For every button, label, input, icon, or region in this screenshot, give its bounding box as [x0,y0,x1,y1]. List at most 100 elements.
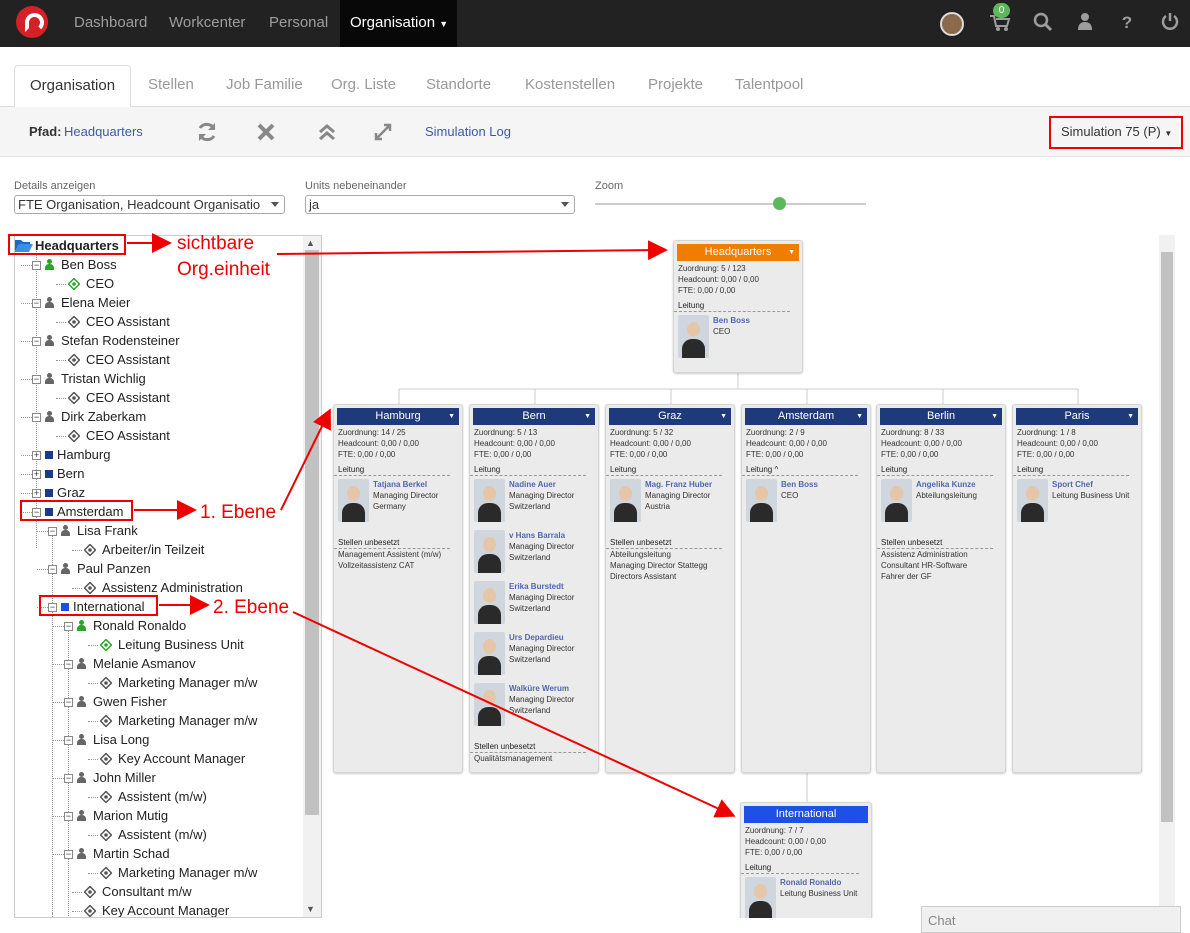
tree-row-person[interactable]: − Elena Meier [32,293,130,312]
caret-down-icon[interactable]: ▼ [856,408,863,425]
caret-down-icon[interactable]: ▼ [788,244,795,261]
collapse-icon[interactable]: − [64,812,73,821]
user-icon[interactable] [1074,12,1096,34]
tree-row-pos[interactable]: Leitung Business Unit [99,635,244,654]
expand-icon[interactable]: + [32,451,41,460]
card-paris-header[interactable]: Paris ▼ [1016,408,1138,425]
tree-row-person[interactable]: − Marion Mutig [64,806,168,825]
tree-row-pos[interactable]: Marketing Manager m/w [99,711,257,730]
user-avatar[interactable] [940,12,964,36]
collapse-icon[interactable]: − [64,774,73,783]
tree-row-person[interactable]: − John Miller [64,768,156,787]
manager-name[interactable]: Walküre Werum [509,683,569,694]
units-select[interactable]: ja [305,195,575,214]
tab-talentpool[interactable]: Talentpool [735,65,803,107]
app-logo[interactable] [16,6,48,38]
collapse-icon[interactable]: − [48,565,57,574]
collapse-icon[interactable]: − [64,660,73,669]
collapse-icon[interactable]: − [32,375,41,384]
tree-row-person[interactable]: − Gwen Fisher [64,692,167,711]
card-amsterdam-header[interactable]: Amsterdam ▼ [745,408,867,425]
caret-down-icon[interactable]: ▼ [720,408,727,425]
tree-row-pos[interactable]: Marketing Manager m/w [99,863,257,882]
caret-down-icon[interactable]: ▼ [1127,408,1134,425]
chat-box[interactable]: Chat [921,906,1181,933]
card-headquarters-header[interactable]: Headquarters ▼ [677,244,799,261]
tree-row-pos[interactable]: CEO Assistant [67,426,170,445]
tab-projekte[interactable]: Projekte [648,65,703,107]
collapse-icon[interactable]: − [32,299,41,308]
nav-workcenter[interactable]: Workcenter [169,0,245,47]
card-amsterdam[interactable]: Amsterdam ▼ Zuordnung: 2 / 9 Headcount: 0,0… [741,404,871,773]
tree-row-unit[interactable]: + Bern [32,464,84,483]
tree-row-person[interactable]: − Lisa Frank [48,521,138,540]
scroll-up-icon[interactable]: ▲ [306,238,315,248]
tree-scrollbar-thumb[interactable] [305,250,319,815]
tree-row-pos[interactable]: Assistent (m/w) [99,825,207,844]
tree-row-person[interactable]: − Paul Panzen [48,559,151,578]
collapse-icon[interactable]: − [64,736,73,745]
tree-row-pos[interactable]: CEO Assistant [67,350,170,369]
manager-name[interactable]: Erika Burstedt [509,581,564,592]
tree-row-pos[interactable]: Key Account Manager [83,901,229,917]
manager-entry[interactable]: v Hans Barrala Managing Director Switzerla… [470,530,598,578]
card-graz-header[interactable]: Graz ▼ [609,408,731,425]
manager-name[interactable]: Ben Boss [781,479,818,490]
nav-organisation[interactable]: Organisation ▼ [340,0,457,47]
caret-down-icon[interactable]: ▼ [448,408,455,425]
tree-row-pos[interactable]: Marketing Manager m/w [99,673,257,692]
caret-down-icon[interactable]: ▼ [584,408,591,425]
tab-stellen[interactable]: Stellen [148,65,194,107]
tab-kostenstellen[interactable]: Kostenstellen [525,65,615,107]
manager-entry[interactable]: Walküre Werum Managing Director Switzerlan… [470,683,598,731]
card-graz[interactable]: Graz ▼ Zuordnung: 5 / 32 Headcount: 0,00 / … [605,404,735,773]
simulation-log-link[interactable]: Simulation Log [425,124,511,139]
zoom-slider-handle[interactable] [773,197,787,210]
details-select[interactable]: FTE Organisation, Headcount Organisatio [14,195,285,214]
manager-entry[interactable]: Angelika Kunze Abteilungsleitung [877,479,1005,527]
collapse-up-icon[interactable] [317,122,337,148]
card-international-header[interactable]: International [744,806,868,823]
manager-name[interactable]: Ben Boss [713,315,750,326]
card-headquarters[interactable]: Headquarters ▼ Zuordnung: 5 / 123 Headcount… [673,240,803,373]
zoom-slider-track[interactable] [595,203,866,205]
manager-name[interactable]: Urs Depardieu [509,632,564,643]
card-hamburg[interactable]: Hamburg ▼ Zuordnung: 14 / 25 Headcount: 0,0… [333,404,463,773]
manager-name[interactable]: Sport Chef [1052,479,1093,490]
manager-entry[interactable]: Nadine Auer Managing Director Switzerland [470,479,598,527]
manager-entry[interactable]: Sport Chef Leitung Business Unit [1013,479,1141,527]
manager-entry[interactable]: Mag. Franz Huber Managing Director Austria [606,479,734,527]
power-icon[interactable] [1159,12,1181,34]
org-chart-canvas[interactable]: Headquarters ▼ Zuordnung: 5 / 123 Headcount… [323,235,1176,918]
tree-row-pos[interactable]: CEO Assistant [67,312,170,331]
collapse-icon[interactable]: − [32,413,41,422]
collapse-icon[interactable]: − [48,527,57,536]
tree-row-person[interactable]: − Lisa Long [64,730,149,749]
collapse-icon[interactable]: − [64,622,73,631]
nav-dashboard[interactable]: Dashboard [74,0,147,47]
tab-organisation[interactable]: Organisation [14,65,132,108]
card-berlin-header[interactable]: Berlin ▼ [880,408,1002,425]
card-paris[interactable]: Paris ▼ Zuordnung: 1 / 8 Headcount: 0,00 / … [1012,404,1142,773]
collapse-icon[interactable]: − [32,337,41,346]
manager-name[interactable]: Ronald Ronaldo [780,877,841,888]
card-bern-header[interactable]: Bern ▼ [473,408,595,425]
tree-row-person[interactable]: − Melanie Asmanov [64,654,196,673]
manager-entry[interactable]: Tatjana Berkel Managing Director Germany [334,479,462,527]
tree-row-person[interactable]: − Stefan Rodensteiner [32,331,180,350]
tree-row-person[interactable]: − Dirk Zaberkam [32,407,146,426]
tree-row-pos[interactable]: Arbeiter/in Teilzeit [83,540,204,559]
tree-row-pos[interactable]: Assistent (m/w) [99,787,207,806]
tree-row-unit[interactable]: + Hamburg [32,445,110,464]
collapse-icon[interactable]: − [32,261,41,270]
tab-job-familie[interactable]: Job Familie [226,65,303,107]
tree-row-pos[interactable]: Consultant m/w [83,882,192,901]
tree-row-person[interactable]: − Martin Schad [64,844,170,863]
tree-row-pos[interactable]: CEO Assistant [67,388,170,407]
tree-row-person[interactable]: − Ronald Ronaldo [64,616,186,635]
manager-entry[interactable]: Ben Boss CEO [742,479,870,527]
collapse-icon[interactable]: − [64,698,73,707]
card-bern[interactable]: Bern ▼ Zuordnung: 5 / 13 Headcount: 0,00 / … [469,404,599,773]
tab-standorte[interactable]: Standorte [426,65,491,107]
manager-name[interactable]: v Hans Barrala [509,530,565,541]
